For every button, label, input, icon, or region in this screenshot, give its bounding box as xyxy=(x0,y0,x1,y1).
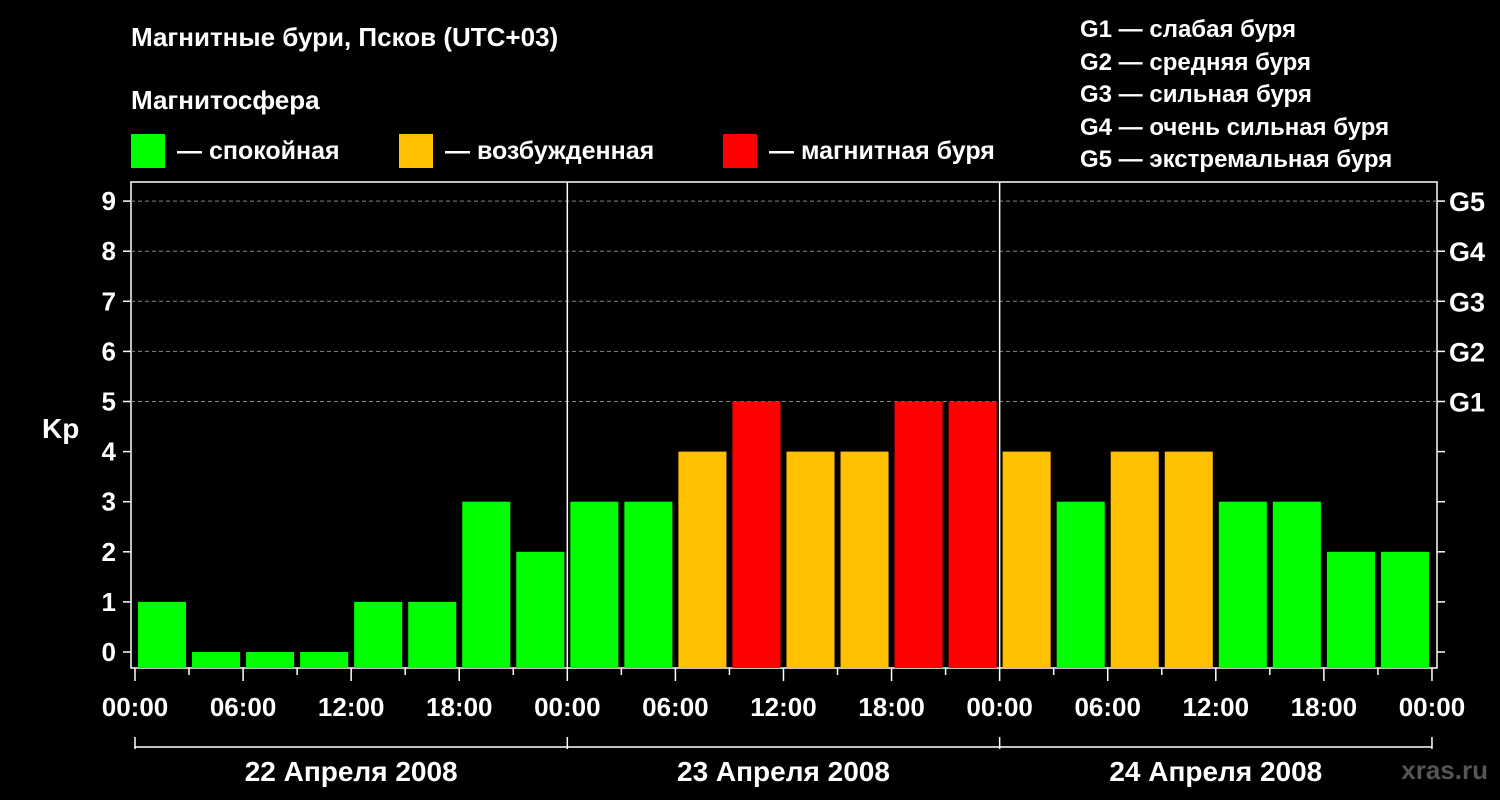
right-axis-label: G3 xyxy=(1449,287,1485,317)
x-tick-label: 18:00 xyxy=(1291,692,1358,722)
right-axis-label: G5 xyxy=(1449,187,1485,217)
kp-bar-chart: 0 1 2 3 4 5 6 7 8 9 Kp G1 G2 G3 G4 G5 00:00 06:00 12:00 18:… xyxy=(42,181,1485,787)
kp-bar xyxy=(1110,451,1159,668)
kp-bar xyxy=(516,551,565,668)
kp-bar xyxy=(246,652,295,668)
kp-bar xyxy=(1056,501,1105,668)
x-tick-label: 06:00 xyxy=(210,692,277,722)
kp-bar xyxy=(894,401,943,668)
kp-bar xyxy=(1002,451,1051,668)
kp-bar xyxy=(462,501,511,668)
y-tick-label: 8 xyxy=(102,236,116,266)
kp-bar xyxy=(192,652,241,668)
kp-bar xyxy=(1326,551,1375,668)
x-tick-label: 06:00 xyxy=(1074,692,1141,722)
kp-bar xyxy=(138,601,187,668)
right-axis-label: G1 xyxy=(1449,388,1485,418)
x-tick-label: 00:00 xyxy=(1399,692,1466,722)
watermark: xras.ru xyxy=(1401,755,1488,785)
y-tick-label: 4 xyxy=(102,437,117,467)
right-axis-label: G2 xyxy=(1449,337,1485,367)
day-label: 24 Апреля 2008 xyxy=(1109,756,1322,787)
x-tick-label: 18:00 xyxy=(426,692,493,722)
x-tick-label: 18:00 xyxy=(858,692,925,722)
kp-bar xyxy=(732,401,781,668)
y-tick-label: 0 xyxy=(102,637,116,667)
x-tick-label: 00:00 xyxy=(534,692,601,722)
y-tick-label: 5 xyxy=(102,387,116,417)
kp-bar xyxy=(624,501,673,668)
y-tick-label: 3 xyxy=(102,487,116,517)
y-tick-label: 7 xyxy=(102,286,116,316)
y-tick-label: 9 xyxy=(102,186,116,216)
kp-bar xyxy=(678,451,727,668)
x-tick-label: 12:00 xyxy=(318,692,385,722)
kp-bar xyxy=(1164,451,1213,668)
kp-bar xyxy=(354,601,403,668)
kp-bar xyxy=(786,451,835,668)
kp-bar xyxy=(840,451,889,668)
y-tick-label: 1 xyxy=(102,587,116,617)
x-tick-label: 06:00 xyxy=(642,692,709,722)
day-label: 22 Апреля 2008 xyxy=(245,756,458,787)
x-tick-label: 12:00 xyxy=(1183,692,1250,722)
x-tick-label: 00:00 xyxy=(966,692,1033,722)
y-tick-label: 6 xyxy=(102,336,116,366)
kp-bar xyxy=(948,401,997,668)
y-tick-label: 2 xyxy=(102,537,116,567)
y-axis-label: Kp xyxy=(42,413,79,444)
kp-bar xyxy=(570,501,619,668)
x-tick-label: 00:00 xyxy=(102,692,169,722)
kp-bar xyxy=(1380,551,1429,668)
kp-bar xyxy=(408,601,457,668)
kp-bar xyxy=(1272,501,1321,668)
day-label: 23 Апреля 2008 xyxy=(677,756,890,787)
right-axis-label: G4 xyxy=(1449,237,1485,267)
kp-bar xyxy=(300,652,349,668)
kp-bar xyxy=(1218,501,1267,668)
x-tick-label: 12:00 xyxy=(750,692,817,722)
